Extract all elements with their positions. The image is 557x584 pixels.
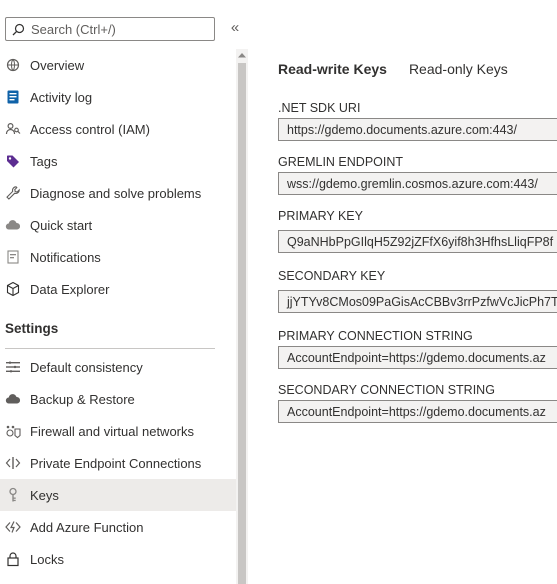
nav-item-activity-log[interactable]: Activity log: [0, 81, 236, 113]
resource-menu: « Overview Activity log Access control (…: [0, 0, 248, 584]
nav-item-label: Activity log: [30, 89, 93, 105]
nav-item-data-explorer[interactable]: Data Explorer: [0, 273, 236, 305]
nav-item-label: Overview: [30, 57, 85, 73]
nav-item-diagnose[interactable]: Diagnose and solve problems: [0, 177, 236, 209]
globe-icon: [5, 57, 21, 73]
firewall-icon: [5, 423, 21, 439]
collapse-menu-button[interactable]: «: [228, 19, 242, 37]
scroll-up-arrow-icon[interactable]: [236, 49, 248, 61]
nav-item-default-consistency[interactable]: Default consistency: [0, 351, 236, 383]
cube-icon: [5, 281, 21, 297]
nav-item-access-control[interactable]: Access control (IAM): [0, 113, 236, 145]
endpoint-icon: [5, 455, 21, 471]
field-label: PRIMARY CONNECTION STRING: [278, 329, 473, 343]
tag-icon: [5, 153, 21, 169]
nav-item-private-endpoint[interactable]: Private Endpoint Connections: [0, 447, 236, 479]
field-label: .NET SDK URI: [278, 101, 361, 115]
nav-item-label: Firewall and virtual networks: [30, 423, 195, 439]
secondary-connection-string-value[interactable]: AccountEndpoint=https://gdemo.documents.…: [278, 400, 557, 423]
primary-key-value[interactable]: Q9aNHbPpGIlqH5Z92jZFfX6yif8h3HfhsLliqFP8…: [278, 230, 557, 253]
nav-item-label: Keys: [30, 487, 59, 503]
key-icon: [5, 487, 21, 503]
settings-section-title: Settings: [0, 305, 236, 351]
notification-icon: [5, 249, 21, 265]
function-icon: [5, 519, 21, 535]
nav-list: Overview Activity log Access control (IA…: [0, 49, 236, 575]
tab-read-only-keys[interactable]: Read-only Keys: [409, 61, 508, 81]
nav-item-label: Tags: [30, 153, 58, 169]
primary-connection-string-field: PRIMARY CONNECTION STRING AccountEndpoin…: [278, 328, 557, 369]
nav-item-keys[interactable]: Keys: [0, 479, 236, 511]
field-label: SECONDARY KEY: [278, 269, 386, 283]
field-label: GREMLIN ENDPOINT: [278, 155, 404, 169]
nav-item-label: Default consistency: [30, 359, 143, 375]
nav-item-quick-start[interactable]: Quick start: [0, 209, 236, 241]
gremlin-endpoint-value[interactable]: wss://gdemo.gremlin.cosmos.azure.com:443…: [278, 172, 557, 195]
nav-item-label: Backup & Restore: [30, 391, 135, 407]
nav-item-label: Data Explorer: [30, 281, 110, 297]
backup-cloud-icon: [5, 391, 21, 407]
nav-item-tags[interactable]: Tags: [0, 145, 236, 177]
lock-icon: [5, 551, 21, 567]
secondary-key-field: SECONDARY KEY jjYTYv8CMos09PaGisAcCBBv3r…: [278, 268, 557, 313]
sidebar-scrollbar[interactable]: [236, 49, 248, 584]
search-box[interactable]: [5, 17, 215, 41]
nav-item-overview[interactable]: Overview: [0, 49, 236, 81]
nav-item-backup-restore[interactable]: Backup & Restore: [0, 383, 236, 415]
nav-item-label: Access control (IAM): [30, 121, 150, 137]
field-label: PRIMARY KEY: [278, 209, 363, 223]
nav-item-notifications[interactable]: Notifications: [0, 241, 236, 273]
nav-item-firewall[interactable]: Firewall and virtual networks: [0, 415, 236, 447]
nav-item-label: Diagnose and solve problems: [30, 185, 202, 201]
keys-content: Read-write Keys Read-only Keys .NET SDK …: [248, 0, 557, 584]
nav-item-add-azure-function[interactable]: Add Azure Function: [0, 511, 236, 543]
wrench-icon: [5, 185, 21, 201]
nav-item-label: Locks: [30, 551, 64, 567]
people-icon: [5, 121, 21, 137]
search-icon: [12, 23, 25, 35]
primary-connection-string-value[interactable]: AccountEndpoint=https://gdemo.documents.…: [278, 346, 557, 369]
net-sdk-uri-value[interactable]: https://gdemo.documents.azure.com:443/: [278, 118, 557, 141]
nav-item-label: Quick start: [30, 217, 93, 233]
scrollbar-thumb[interactable]: [238, 63, 246, 584]
search-input[interactable]: [31, 21, 201, 37]
secondary-connection-string-field: SECONDARY CONNECTION STRING AccountEndpo…: [278, 382, 557, 423]
nav-item-label: Private Endpoint Connections: [30, 455, 202, 471]
secondary-key-value[interactable]: jjYTYv8CMos09PaGisAcCBBv3rrPzfwVcJicPh7T…: [278, 290, 557, 313]
cloud-icon: [5, 217, 21, 233]
field-label: SECONDARY CONNECTION STRING: [278, 383, 495, 397]
primary-key-field: PRIMARY KEY Q9aNHbPpGIlqH5Z92jZFfX6yif8h…: [278, 208, 557, 253]
tab-read-write-keys[interactable]: Read-write Keys: [278, 61, 387, 81]
nav-item-locks[interactable]: Locks: [0, 543, 236, 575]
keys-tabs: Read-write Keys Read-only Keys: [278, 61, 508, 81]
gremlin-endpoint-field: GREMLIN ENDPOINT wss://gdemo.gremlin.cos…: [278, 154, 557, 195]
nav-item-label: Add Azure Function: [30, 519, 144, 535]
lines-icon: [5, 359, 21, 375]
nav-item-label: Notifications: [30, 249, 101, 265]
net-sdk-uri-field: .NET SDK URI https://gdemo.documents.azu…: [278, 100, 557, 141]
activity-log-icon: [5, 89, 21, 105]
